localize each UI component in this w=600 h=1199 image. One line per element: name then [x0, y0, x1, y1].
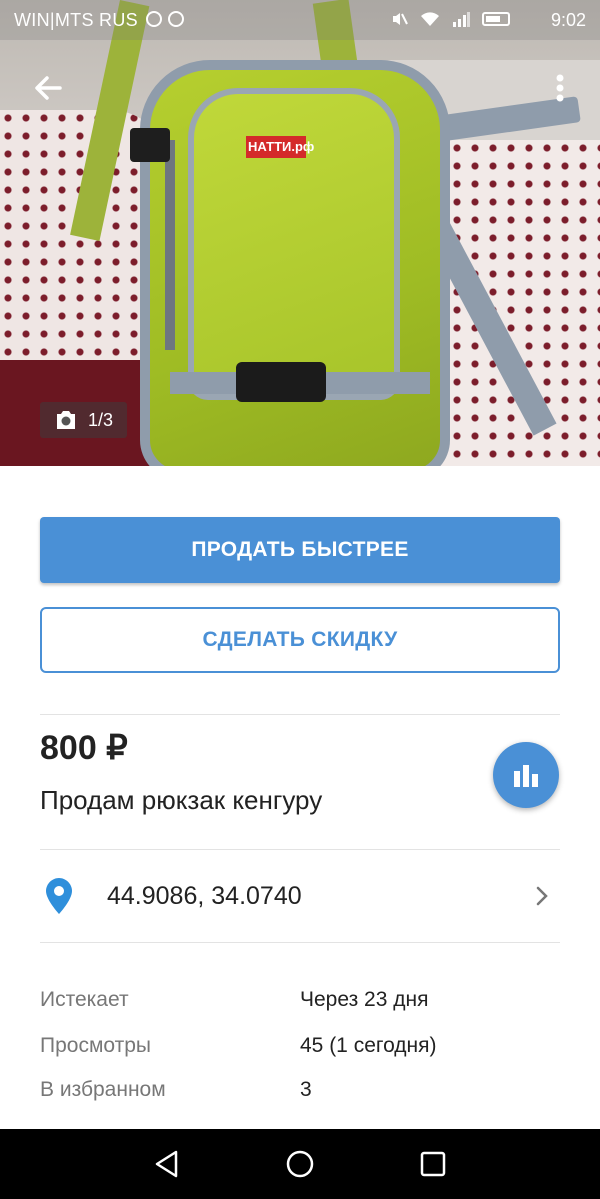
- mute-icon: [393, 13, 408, 25]
- expires-label: Истекает: [40, 988, 129, 1011]
- views-label: Просмотры: [40, 1034, 151, 1057]
- photo-buckle: [236, 362, 326, 402]
- vpn-icon: [146, 11, 162, 27]
- chevron-right-icon: [536, 886, 548, 906]
- location-coordinates: 44.9086, 34.0740: [107, 882, 302, 910]
- notification-icons: [146, 11, 184, 27]
- sell-faster-button[interactable]: ПРОДАТЬ БЫСТРЕЕ: [40, 517, 560, 583]
- listing-price: 800 ₽: [40, 729, 128, 767]
- nav-recents-icon[interactable]: [416, 1147, 450, 1181]
- battery-icon: [482, 12, 510, 26]
- nav-back-icon[interactable]: [150, 1147, 184, 1181]
- statistics-button[interactable]: [493, 742, 559, 808]
- system-icons: [390, 10, 510, 28]
- back-arrow-icon: [35, 76, 62, 100]
- photo-counter: 1/3: [40, 402, 128, 438]
- wifi-icon: [421, 12, 439, 26]
- location-row[interactable]: 44.9086, 34.0740: [40, 850, 560, 942]
- more-options-button[interactable]: [548, 70, 572, 106]
- back-button[interactable]: [28, 68, 68, 108]
- camera-icon: [57, 411, 75, 429]
- expires-value: Через 23 дня: [300, 988, 429, 1011]
- photo-logo-text: НАТТИ.рф: [248, 139, 315, 154]
- more-vert-icon: [556, 74, 564, 102]
- favorites-value: 3: [300, 1078, 312, 1101]
- favorites-label: В избранном: [40, 1078, 166, 1101]
- photo-zipper: [165, 140, 175, 350]
- carrier-name: WIN|MTS RUS: [14, 10, 138, 30]
- location-pin-icon: [46, 878, 72, 914]
- make-discount-button[interactable]: СДЕЛАТЬ СКИДКУ: [40, 607, 560, 673]
- divider: [40, 942, 560, 943]
- clock: 9:02: [550, 10, 586, 30]
- divider: [40, 714, 560, 715]
- listing-photo[interactable]: НАТТИ.рф WIN|MTS RUS 9:02 1/3: [0, 0, 600, 466]
- views-value: 45 (1 сегодня): [300, 1034, 437, 1057]
- system-navigation-bar: [0, 1129, 600, 1199]
- bar-chart-icon: [514, 765, 538, 787]
- photo-counter-text: 1/3: [88, 409, 114, 430]
- photo-carrier-pocket: [188, 88, 400, 400]
- status-bar: WIN|MTS RUS 9:02: [0, 0, 600, 40]
- signal-icon: [453, 12, 470, 27]
- photo-buckle: [130, 128, 170, 162]
- listing-title: Продам рюкзак кенгуру: [40, 785, 323, 815]
- viber-icon: [168, 11, 184, 27]
- nav-home-icon[interactable]: [283, 1147, 317, 1181]
